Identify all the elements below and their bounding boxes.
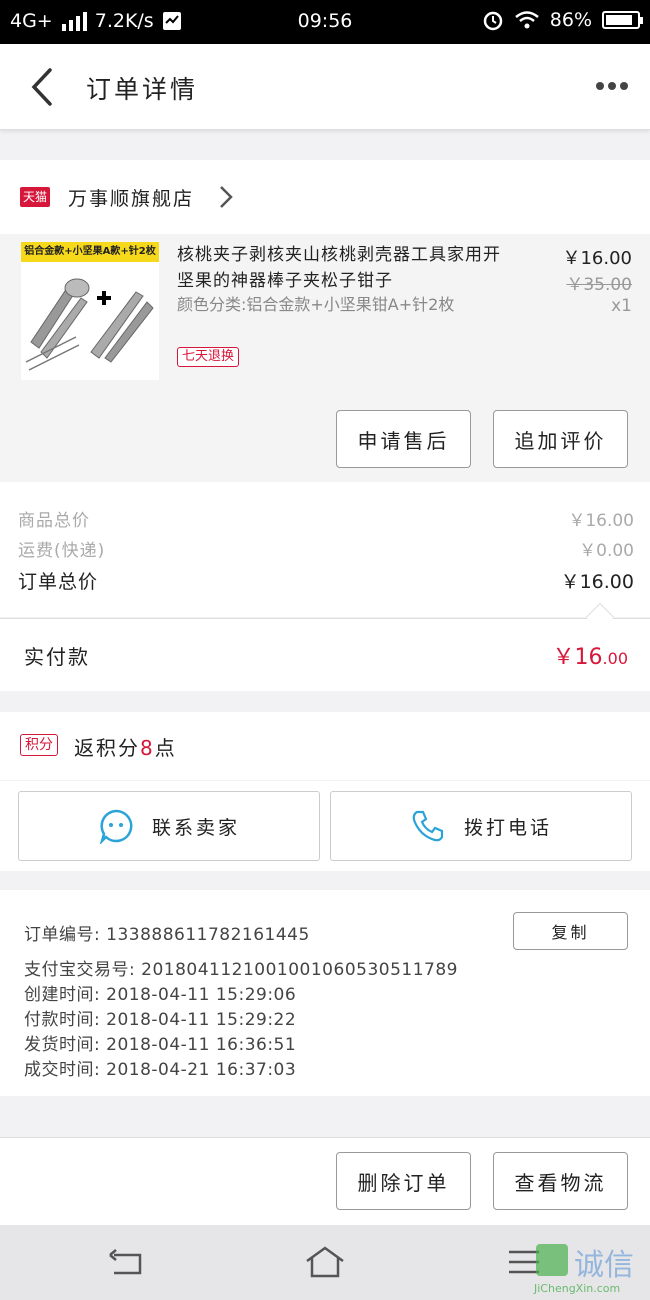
chevron-right-icon [220,186,233,208]
shipped-time: 发货时间: 2018-04-11 16:36:51 [24,1035,297,1055]
points-text: 返积分8点 [74,736,177,760]
subtotal-row: 商品总价 ￥16.00 [18,506,634,531]
more-button[interactable] [592,70,632,102]
product-original-price: ￥35.00 [566,275,632,295]
shop-row[interactable]: 天猫 万事顺旗舰店 [0,160,650,234]
status-bar: 4G+ 7.2K/s 09:56 86% [0,0,650,44]
price-summary: 商品总价 ￥16.00 运费(快递) ￥0.00 订单总价 ￥16.00 [0,482,650,617]
paid-label: 实付款 [24,645,90,669]
watermark-url: JiChengXin.com [534,1282,621,1295]
contact-seller-label: 联系卖家 [151,816,240,839]
call-label: 拨打电话 [463,816,552,839]
created-time: 创建时间: 2018-04-11 15:29:06 [24,985,297,1005]
shop-name: 万事顺旗舰店 [68,188,195,210]
back-button[interactable] [22,62,62,112]
chat-bubble-icon [99,809,133,844]
phone-icon [412,810,444,842]
battery-icon [602,11,643,29]
subtotal-label: 商品总价 [18,511,90,531]
more-dot-icon [596,82,604,90]
shipping-label: 运费(快递) [18,541,106,561]
points-badge: 积分 [20,734,58,756]
shipping-row: 运费(快递) ￥0.00 [18,536,634,561]
wifi-icon [514,11,539,29]
top-nav-bar: 订单详情 [0,44,650,130]
add-review-button[interactable]: 追加评价 [493,410,628,468]
order-total-label: 订单总价 [18,571,99,593]
call-button[interactable]: 拨打电话 [330,791,632,861]
points-row: 积分 返积分8点 [0,712,650,780]
contact-row: 联系卖家 拨打电话 [0,781,650,871]
product-spec: 颜色分类:铝合金款+小坚果钳A+针2枚 [177,295,455,314]
nutcracker-icon [25,278,154,371]
after-sale-button[interactable]: 申请售后 [336,410,471,468]
back-nav-icon[interactable] [106,1247,146,1279]
alarm-icon [483,11,503,31]
watermark-logo: 诚信 JiChengXin.com [530,1238,648,1298]
order-info: 订单编号: 133888611782161445 复制 支付宝交易号: 2018… [0,890,650,1096]
product-quantity: x1 [611,296,632,316]
alipay-trade-number: 支付宝交易号: 2018041121001001060530511789 [24,960,458,980]
paid-time: 付款时间: 2018-04-11 15:29:22 [24,1010,297,1030]
order-total-value: ￥16.00 [560,571,634,593]
paid-row: 实付款 ￥16.00 [0,618,650,691]
product-title: 核桃夹子剥核夹山核桃剥壳器工具家用开坚果的神器棒子夹松子钳子 [177,245,501,291]
subtotal-value: ￥16.00 [568,511,634,531]
shipping-value: ￥0.00 [579,541,634,561]
battery-percent: 86% [549,9,592,31]
product-price: ￥16.00 [562,248,632,269]
order-number: 订单编号: 133888611782161445 [24,925,310,945]
home-nav-icon[interactable] [303,1245,347,1279]
product-image[interactable]: 铝合金款+小坚果A款+针2枚 [21,242,159,380]
completed-time: 成交时间: 2018-04-21 16:37:03 [24,1060,297,1080]
tmall-badge: 天猫 [20,187,50,207]
delete-order-button[interactable]: 删除订单 [336,1152,471,1210]
contact-seller-button[interactable]: 联系卖家 [18,791,320,861]
watermark-text: 诚信 [574,1248,634,1283]
order-total-row: 订单总价 ￥16.00 [18,567,634,594]
copy-button[interactable]: 复制 [513,912,628,950]
bottom-action-bar: 删除订单 查看物流 [0,1137,650,1225]
view-logistics-button[interactable]: 查看物流 [493,1152,628,1210]
product-image-tag: 铝合金款+小坚果A款+针2枚 [21,242,159,262]
product-item[interactable]: 铝合金款+小坚果A款+针2枚 核桃夹子剥核夹山核桃剥壳器工具家用开坚果的神器棒子… [0,234,650,482]
chevron-left-icon [31,68,52,106]
page-title: 订单详情 [86,75,199,104]
watermark-icon [536,1244,568,1276]
seven-day-return-badge: 七天退换 [177,347,240,367]
paid-value: ￥16.00 [552,645,628,670]
